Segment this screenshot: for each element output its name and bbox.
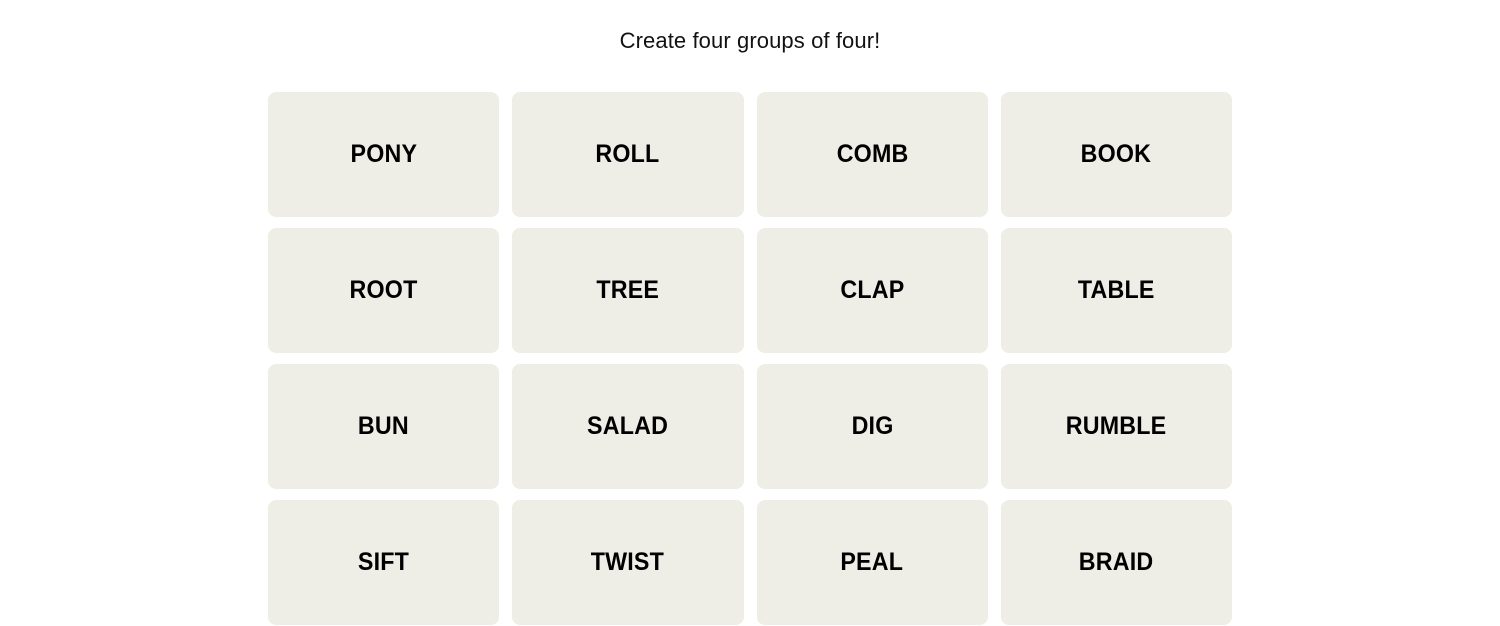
word-tile-label: PEAL: [840, 548, 904, 576]
word-tile-rumble[interactable]: RUMBLE: [1000, 364, 1232, 489]
puzzle-grid: PONY ROLL COMB BOOK ROOT TREE CLAP TABLE…: [268, 92, 1232, 625]
word-tile-label: BOOK: [1081, 140, 1152, 168]
word-tile-label: RUMBLE: [1066, 412, 1167, 440]
word-tile-peal[interactable]: PEAL: [756, 500, 988, 625]
word-tile-root[interactable]: ROOT: [268, 228, 500, 353]
word-tile-braid[interactable]: BRAID: [1000, 500, 1232, 625]
word-tile-label: PONY: [350, 140, 417, 168]
word-tile-salad[interactable]: SALAD: [512, 364, 744, 489]
word-tile-label: TABLE: [1078, 276, 1155, 304]
word-tile-roll[interactable]: ROLL: [512, 92, 744, 217]
word-tile-label: SIFT: [358, 548, 410, 576]
instruction-bar: Create four groups of four!: [0, 0, 1500, 82]
word-tile-pony[interactable]: PONY: [268, 92, 500, 217]
word-tile-dig[interactable]: DIG: [756, 364, 988, 489]
word-tile-label: TWIST: [591, 548, 665, 576]
word-tile-twist[interactable]: TWIST: [512, 500, 744, 625]
word-tile-label: ROLL: [595, 140, 660, 168]
word-tile-sift[interactable]: SIFT: [268, 500, 500, 625]
word-tile-clap[interactable]: CLAP: [756, 228, 988, 353]
connections-game-page: Create four groups of four! PONY ROLL CO…: [0, 0, 1500, 626]
word-tile-label: CLAP: [840, 276, 905, 304]
instruction-text: Create four groups of four!: [619, 27, 881, 53]
word-tile-label: TREE: [596, 276, 660, 304]
word-tile-label: BUN: [358, 412, 410, 440]
word-tile-label: SALAD: [587, 412, 669, 440]
word-tile-bun[interactable]: BUN: [268, 364, 500, 489]
word-tile-label: ROOT: [349, 276, 418, 304]
word-tile-comb[interactable]: COMB: [756, 92, 988, 217]
word-tile-table[interactable]: TABLE: [1000, 228, 1232, 353]
word-tile-label: BRAID: [1079, 548, 1154, 576]
word-tile-label: DIG: [851, 412, 894, 440]
word-tile-label: COMB: [836, 140, 909, 168]
word-tile-tree[interactable]: TREE: [512, 228, 744, 353]
word-tile-book[interactable]: BOOK: [1000, 92, 1232, 217]
